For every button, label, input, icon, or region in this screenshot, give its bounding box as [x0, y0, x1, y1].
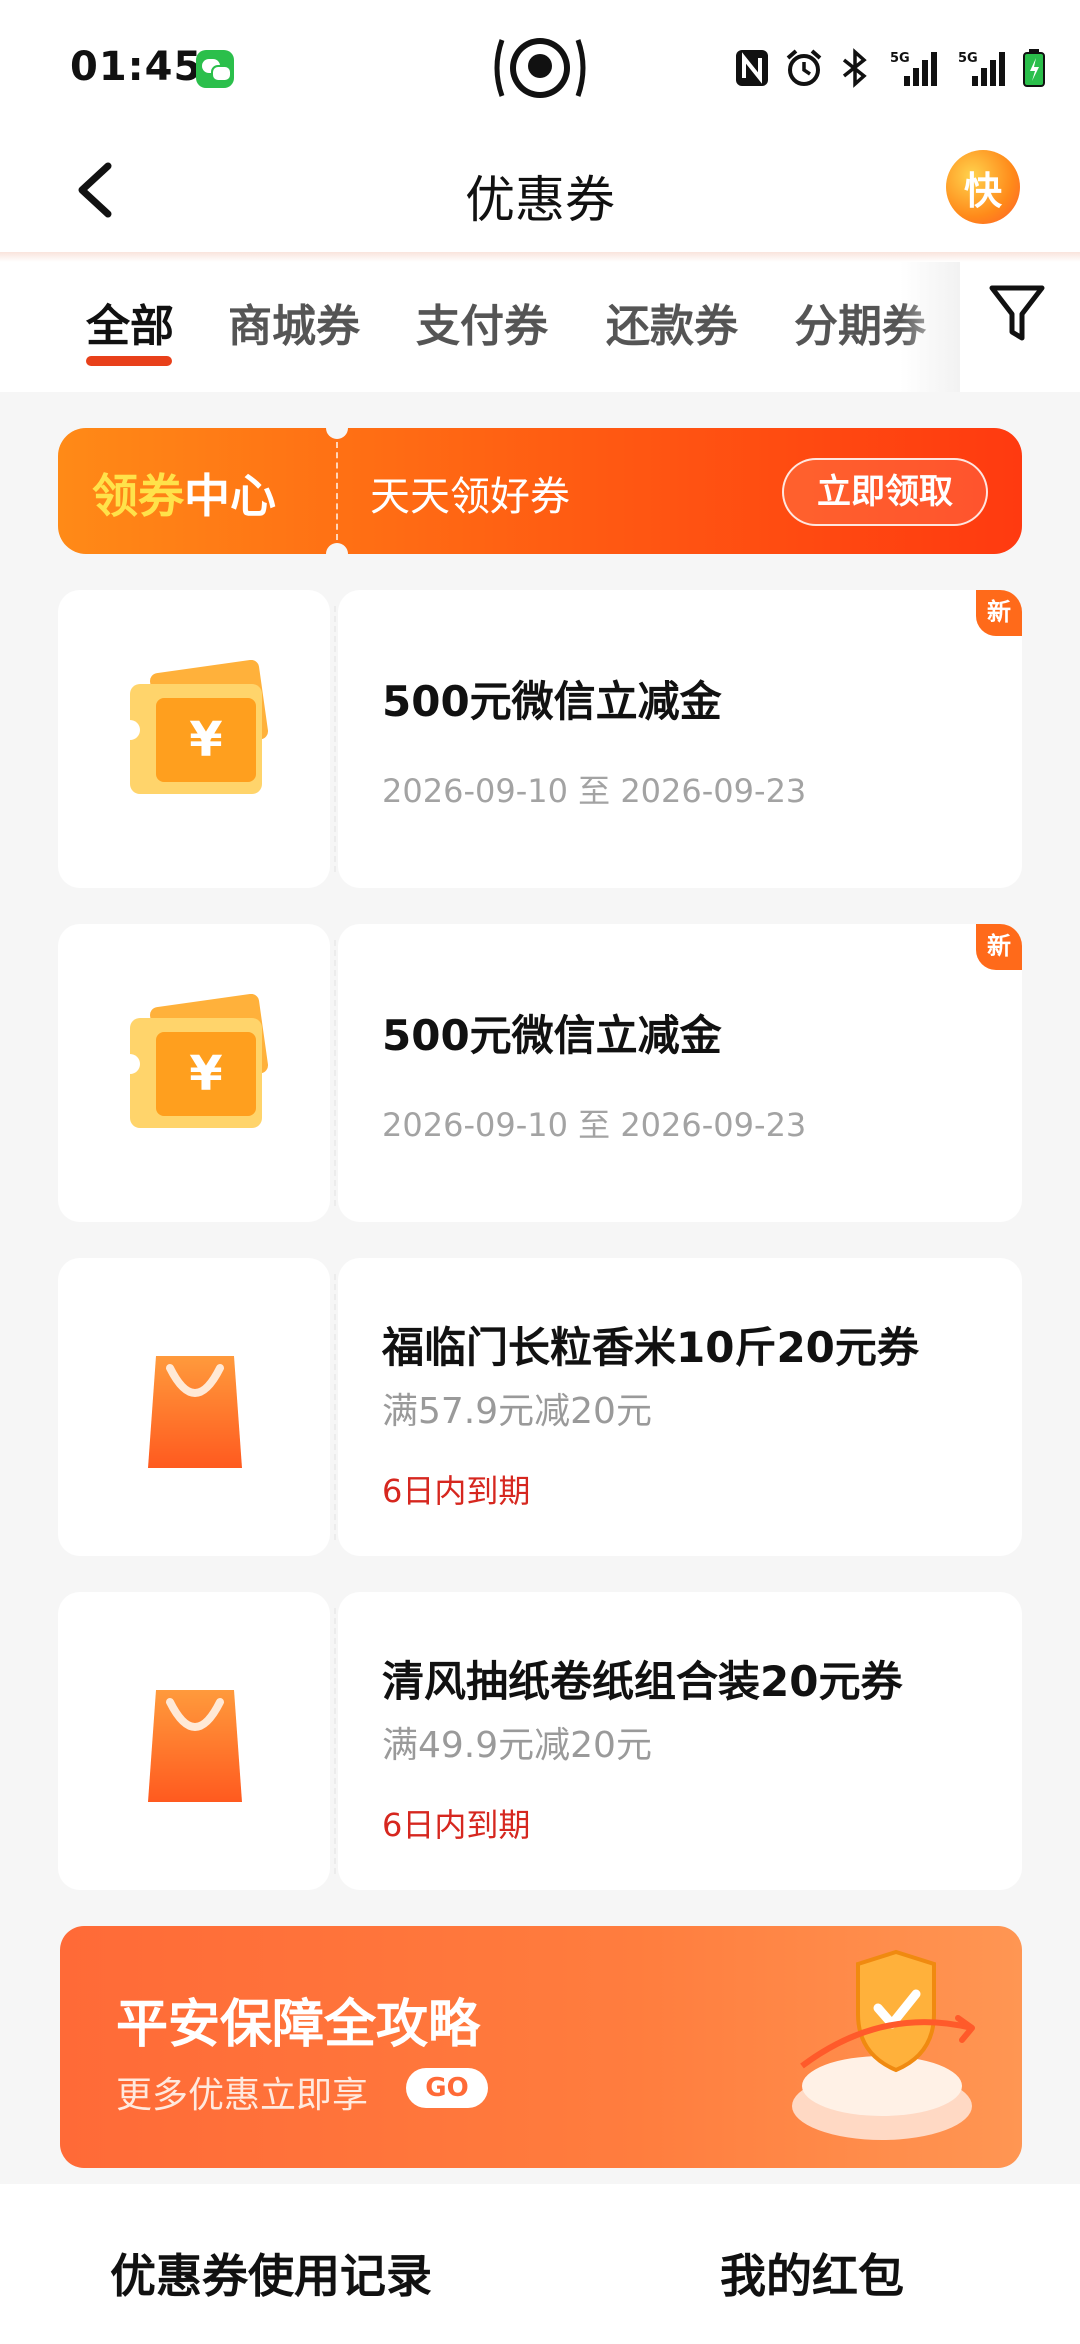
banner-title: 领券中心 — [92, 460, 276, 526]
coupon-expiry: 6日内到期 — [382, 1472, 531, 1510]
coupon-perforation — [334, 1608, 336, 1874]
coupon-info-panel: 新 — [338, 590, 1022, 888]
bottom-action-bar: 优惠券使用记录 我的红包 — [0, 2184, 1080, 2344]
new-badge: 新 — [976, 590, 1022, 636]
status-bar: 01:45 5G 5G — [0, 0, 1080, 130]
coupon-title: 500元微信立减金 — [382, 677, 722, 726]
page-title: 优惠券 — [465, 171, 615, 229]
coupon-info-panel: 新 — [338, 924, 1022, 1222]
coupon-icon-panel — [58, 1592, 330, 1890]
coupon-title: 清风抽纸卷纸组合装20元券 — [382, 1657, 903, 1706]
coupon-perforation — [334, 606, 336, 872]
alarm-icon — [786, 49, 822, 86]
nfc-icon — [736, 50, 768, 86]
coupon-card[interactable]: 清风抽纸卷纸组合装20元券 满49.9元减20元 6日内到期 — [58, 1592, 1022, 1890]
coupon-history-link[interactable]: 优惠券使用记录 — [110, 2240, 432, 2306]
filter-icon[interactable] — [986, 278, 1048, 348]
coupon-card[interactable]: ¥ 新 500元微信立减金 2026-09-10 至 2026-09-23 — [58, 924, 1022, 1222]
coupon-perforation — [334, 940, 336, 1206]
coupon-validity: 2026-09-10 至 2026-09-23 — [382, 772, 807, 810]
coupon-center-banner[interactable]: 领券中心 天天领好券 立即领取 — [58, 428, 1022, 554]
yuan-ticket-icon: ¥ — [120, 994, 269, 1128]
bluetooth-icon — [842, 48, 867, 88]
coupon-icon-panel: ¥ — [58, 924, 330, 1222]
promo-subtitle: 更多优惠立即享 — [116, 2075, 369, 2116]
camera-logo-icon — [494, 38, 586, 98]
wechat-icon — [196, 50, 234, 88]
signal-5g-icon: 5G — [890, 51, 937, 86]
battery-charging-icon — [1023, 49, 1045, 87]
status-icons: 5G 5G — [734, 44, 1046, 92]
signal-5g-icon: 5G — [958, 51, 1005, 86]
coupon-title: 福临门长粒香米10斤20元券 — [382, 1323, 919, 1372]
coupon-expiry: 6日内到期 — [382, 1806, 531, 1844]
coupon-icon-panel: ¥ — [58, 590, 330, 888]
banner-title-part1: 领券 — [92, 469, 184, 523]
banner-title-part2: 中心 — [184, 469, 276, 523]
coupon-perforation — [334, 1274, 336, 1540]
svg-text:5G: 5G — [890, 51, 910, 66]
banner-notch — [326, 543, 348, 554]
coupon-condition: 满57.9元减20元 — [382, 1391, 652, 1432]
tab-all[interactable]: 全部 — [86, 290, 174, 354]
coupon-condition: 满49.9元减20元 — [382, 1725, 652, 1766]
coupon-icon-panel — [58, 1258, 330, 1556]
svg-text:5G: 5G — [958, 51, 978, 66]
svg-text:¥: ¥ — [189, 712, 222, 768]
shopping-bag-icon — [148, 1356, 242, 1468]
tab-mall-coupons[interactable]: 商城券 — [228, 290, 360, 354]
insurance-promo-banner[interactable]: 平安保障全攻略 更多优惠立即享 GO — [60, 1926, 1022, 2168]
status-time: 01:45 — [70, 44, 203, 90]
coupon-card[interactable]: ¥ 新 500元微信立减金 2026-09-10 至 2026-09-23 — [58, 590, 1022, 888]
nav-divider — [0, 252, 1080, 262]
quick-service-button[interactable]: 快 — [946, 150, 1020, 224]
nav-bar: 优惠券 快 — [0, 130, 1080, 255]
shopping-bag-icon — [148, 1690, 242, 1802]
coupon-card[interactable]: 福临门长粒香米10斤20元券 满57.9元减20元 6日内到期 — [58, 1258, 1022, 1556]
coupon-title: 500元微信立减金 — [382, 1011, 722, 1060]
svg-text:¥: ¥ — [189, 1046, 222, 1102]
active-tab-indicator — [86, 356, 172, 366]
tab-repayment-coupons[interactable]: 还款券 — [606, 290, 738, 354]
tab-payment-coupons[interactable]: 支付券 — [416, 290, 548, 354]
promo-go-button[interactable]: GO — [406, 2068, 488, 2108]
tabs-fade — [900, 262, 960, 392]
coupon-validity: 2026-09-10 至 2026-09-23 — [382, 1106, 807, 1144]
new-badge: 新 — [976, 924, 1022, 970]
my-red-packets-link[interactable]: 我的红包 — [720, 2240, 904, 2306]
shield-check-icon — [792, 1949, 975, 2140]
claim-now-button[interactable]: 立即领取 — [782, 458, 988, 526]
banner-notch — [326, 428, 348, 439]
yuan-ticket-icon: ¥ — [120, 660, 269, 794]
banner-divider — [336, 442, 338, 540]
banner-subtitle: 天天领好券 — [370, 474, 570, 520]
promo-title: 平安保障全攻略 — [116, 1995, 481, 2055]
